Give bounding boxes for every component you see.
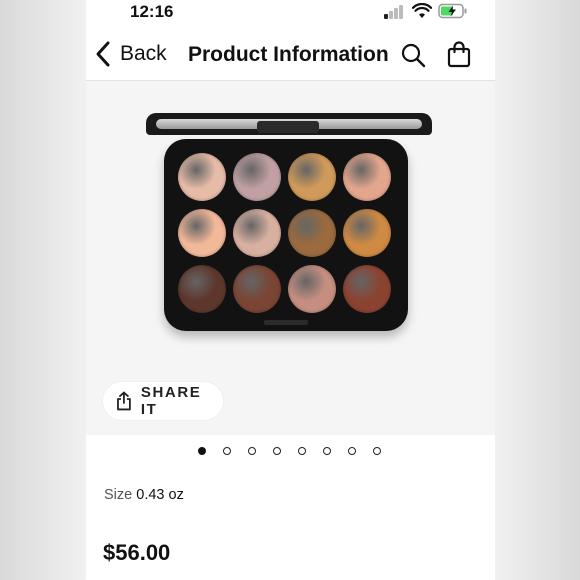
wifi-icon [412,3,432,18]
shade-grid [178,153,394,317]
navigation-bar: Back Product Information [86,28,495,81]
size-label: Size [104,487,133,503]
carousel-dot[interactable] [348,447,356,455]
shopping-bag-icon[interactable] [446,40,472,68]
shade-pan [288,153,336,201]
cellular-signal-icon [384,5,406,19]
battery-charging-icon [438,3,467,19]
shade-pan [233,265,281,313]
shade-pan [233,153,281,201]
chevron-left-icon [96,41,110,67]
carousel-dot[interactable] [373,447,381,455]
carousel-dot[interactable] [248,447,256,455]
shade-pan [288,265,336,313]
status-bar: 12:16 [86,0,495,28]
size-value: 0.43 oz [136,487,184,503]
product-image-carousel[interactable]: SHARE IT [86,81,495,435]
carousel-dot[interactable] [298,447,306,455]
shade-pan [343,209,391,257]
share-icon [117,391,131,411]
search-icon[interactable] [400,42,426,68]
eyeshadow-palette-image [144,109,440,339]
shade-pan [233,209,281,257]
shade-pan [288,209,336,257]
status-time: 12:16 [130,2,174,21]
carousel-dot[interactable] [273,447,281,455]
carousel-dot[interactable] [223,447,231,455]
back-label: Back [120,42,167,65]
carousel-pagination [86,445,495,459]
product-size: Size 0.43 oz [104,487,184,503]
shade-pan [178,265,226,313]
background-blur-left [0,0,86,580]
palette-clasp [257,121,319,133]
carousel-dot[interactable] [198,447,206,455]
share-label: SHARE IT [140,384,202,418]
palette-body [164,139,408,331]
page-title: Product Information [188,43,389,66]
shade-pan [343,153,391,201]
shade-pan [178,209,226,257]
back-button[interactable]: Back [94,38,167,70]
phone-screen: 12:16 Back Product Information SHARE IT … [86,0,495,580]
shade-pan [343,265,391,313]
share-button[interactable]: SHARE IT [103,382,223,420]
background-blur-right [494,0,580,580]
product-price: $56.00 [103,540,171,565]
shade-pan [178,153,226,201]
carousel-dot[interactable] [323,447,331,455]
